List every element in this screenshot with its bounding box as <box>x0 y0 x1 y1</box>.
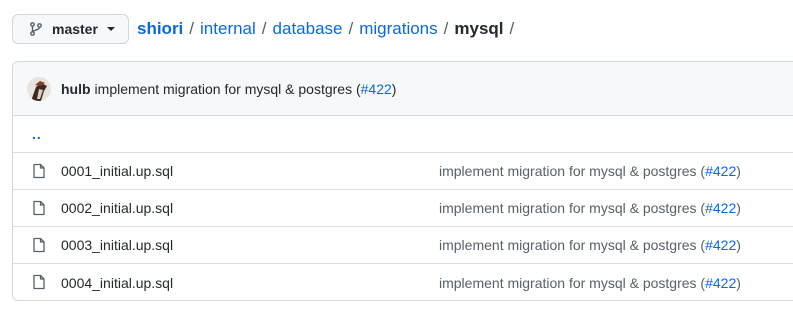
file-row[interactable]: 0004_initial.up.sql implement migration … <box>13 264 793 300</box>
file-icon <box>31 274 47 290</box>
file-commit-suffix: ) <box>736 237 741 253</box>
file-commit-message-text[interactable]: implement migration for mysql & postgres… <box>439 163 705 179</box>
breadcrumb-root-link[interactable]: shiori <box>137 19 183 39</box>
file-commit-message-text[interactable]: implement migration for mysql & postgres… <box>439 237 705 253</box>
file-icon <box>31 237 47 253</box>
commit-message: implement migration for mysql & postgres… <box>95 81 397 97</box>
breadcrumb-link-internal[interactable]: internal <box>200 19 256 39</box>
latest-commit-header: hulb implement migration for mysql & pos… <box>13 62 793 116</box>
breadcrumb-separator: / <box>509 19 515 38</box>
file-row[interactable]: 0002_initial.up.sql implement migration … <box>13 190 793 227</box>
file-commit-message: implement migration for mysql & postgres… <box>439 275 741 291</box>
file-commit-suffix: ) <box>736 163 741 179</box>
file-commit-pr-link[interactable]: #422 <box>705 275 736 291</box>
file-commit-pr-link[interactable]: #422 <box>705 200 736 216</box>
file-commit-suffix: ) <box>736 200 741 216</box>
file-name-link[interactable]: 0003_initial.up.sql <box>61 237 173 253</box>
git-branch-icon <box>28 21 44 37</box>
file-commit-suffix: ) <box>736 274 741 291</box>
breadcrumb-current: mysql <box>454 19 504 38</box>
file-commit-message-text[interactable]: implement migration for mysql & postgres… <box>439 275 705 291</box>
branch-label: master <box>52 21 98 37</box>
repo-nav-bar: master shiori / internal / database / mi… <box>12 13 520 45</box>
breadcrumb: shiori / internal / database / migration… <box>137 19 520 39</box>
breadcrumb-link-migrations[interactable]: migrations <box>359 19 437 39</box>
file-commit-message: implement migration for mysql & postgres… <box>439 237 741 253</box>
commit-author-link[interactable]: hulb <box>61 81 91 97</box>
parent-directory-row[interactable]: .. <box>13 116 793 153</box>
file-commit-pr-link[interactable]: #422 <box>705 163 736 179</box>
file-icon <box>31 163 47 179</box>
commit-message-text[interactable]: implement migration for mysql & postgres… <box>95 81 361 97</box>
chevron-down-icon <box>106 27 115 31</box>
file-name-link[interactable]: 0002_initial.up.sql <box>61 200 173 216</box>
commit-pr-link[interactable]: #422 <box>361 81 392 97</box>
breadcrumb-separator: / <box>443 19 449 38</box>
branch-select-button[interactable]: master <box>12 14 129 44</box>
file-name-link[interactable]: 0004_initial.up.sql <box>61 275 173 291</box>
avatar[interactable] <box>27 76 51 101</box>
file-row[interactable]: 0003_initial.up.sql implement migration … <box>13 227 793 264</box>
file-list-box: hulb implement migration for mysql & pos… <box>12 61 793 301</box>
breadcrumb-separator: / <box>189 19 195 38</box>
breadcrumb-separator: / <box>348 19 354 38</box>
commit-message-suffix: ) <box>391 80 397 97</box>
file-row[interactable]: 0001_initial.up.sql implement migration … <box>13 153 793 190</box>
file-commit-message-text[interactable]: implement migration for mysql & postgres… <box>439 200 705 216</box>
file-name-link[interactable]: 0001_initial.up.sql <box>61 163 173 179</box>
breadcrumb-separator: / <box>261 19 267 38</box>
file-commit-pr-link[interactable]: #422 <box>705 237 736 253</box>
file-commit-message: implement migration for mysql & postgres… <box>439 200 741 216</box>
breadcrumb-link-database[interactable]: database <box>273 19 343 39</box>
file-icon <box>31 200 47 216</box>
parent-directory-link[interactable]: .. <box>32 126 42 142</box>
file-commit-message: implement migration for mysql & postgres… <box>439 163 741 179</box>
